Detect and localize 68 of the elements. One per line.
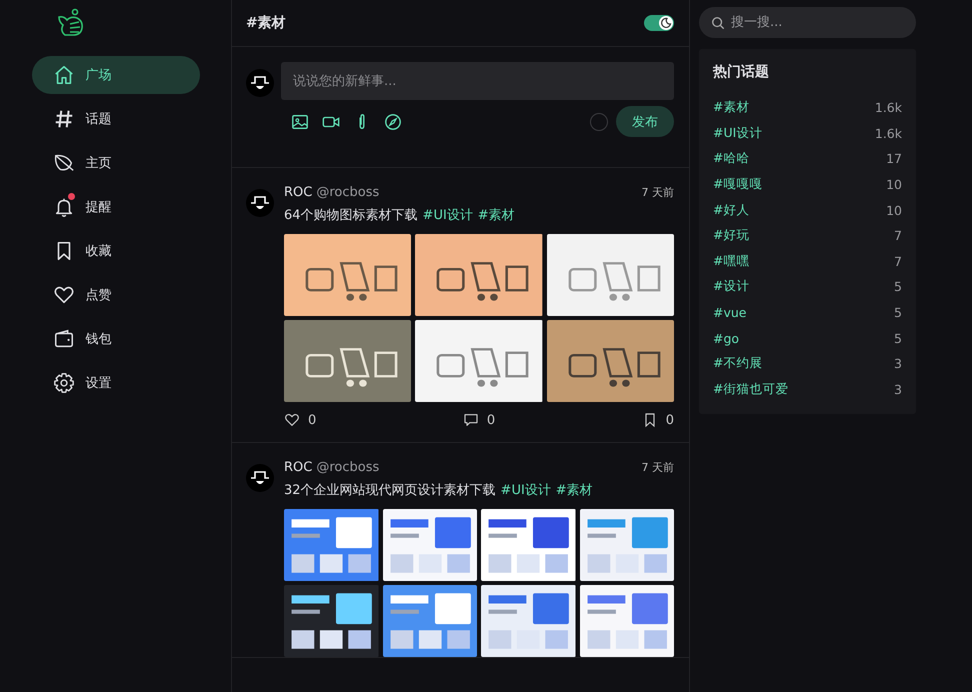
avatar bbox=[246, 464, 274, 492]
topic-link[interactable]: #嘿嘿 bbox=[713, 252, 750, 270]
avatar bbox=[246, 69, 274, 97]
topic-count: 1.6k bbox=[874, 126, 902, 141]
home-icon bbox=[52, 64, 74, 86]
card-title: 热门话题 bbox=[713, 63, 770, 81]
topic-count: 1.6k bbox=[874, 100, 902, 116]
nav-item[interactable]: 广场 bbox=[32, 56, 200, 94]
action-button[interactable]: 0 bbox=[462, 412, 496, 428]
action-button[interactable]: 0 bbox=[284, 412, 316, 428]
topic-count: 5 bbox=[894, 305, 902, 320]
topic-link[interactable]: #不约展 bbox=[713, 355, 762, 372]
wallet-icon bbox=[52, 328, 74, 350]
heart-icon bbox=[284, 412, 300, 428]
topic-link[interactable]: #设计 bbox=[713, 278, 750, 296]
post-time: 7 天前 bbox=[642, 460, 674, 474]
topic-count: 3 bbox=[894, 356, 902, 372]
topic-link[interactable]: #好人 bbox=[713, 202, 750, 219]
progress-ring bbox=[590, 112, 608, 130]
comment-icon bbox=[462, 412, 479, 428]
topic-count: 7 bbox=[894, 254, 902, 269]
topic-count: 10 bbox=[886, 177, 902, 192]
nav-item[interactable]: 设置 bbox=[32, 364, 200, 402]
search-field[interactable]: 搜一搜... bbox=[699, 7, 916, 38]
avatar bbox=[246, 189, 274, 217]
topic-count: 10 bbox=[886, 202, 902, 218]
topic-count: 7 bbox=[894, 228, 902, 244]
theme-toggle[interactable] bbox=[644, 15, 674, 31]
post-time: 7 天前 bbox=[642, 184, 674, 200]
topic-count: 5 bbox=[894, 330, 902, 346]
author-name[interactable]: ROC bbox=[284, 184, 312, 200]
post-text: 32个企业网站现代网页设计素材下载 bbox=[284, 483, 496, 498]
author-handle: @rocboss bbox=[316, 460, 380, 474]
topic-link[interactable]: #好玩 bbox=[713, 227, 750, 244]
topic-count: 3 bbox=[894, 382, 902, 397]
nav-item[interactable]: 主页 bbox=[32, 144, 200, 182]
author-name[interactable]: ROC bbox=[284, 460, 312, 474]
nav-item[interactable]: 点赞 bbox=[32, 276, 200, 314]
nav-item[interactable]: 提醒 bbox=[32, 188, 200, 226]
topic-count: 5 bbox=[894, 279, 902, 294]
heart-icon bbox=[52, 284, 74, 306]
topic-link[interactable]: #哈哈 bbox=[713, 150, 750, 168]
publish-button[interactable]: 发布 bbox=[616, 106, 674, 137]
nav-item[interactable]: 收藏 bbox=[32, 232, 200, 270]
leaf-icon bbox=[52, 152, 74, 174]
topic-link[interactable]: #嘎嘎嘎 bbox=[713, 176, 762, 194]
settings-icon bbox=[52, 372, 74, 394]
compass-icon[interactable] bbox=[384, 112, 402, 130]
topic-link[interactable]: #街猫也可爱 bbox=[713, 380, 788, 398]
nav-item[interactable]: 钱包 bbox=[32, 320, 200, 358]
topic-count: 17 bbox=[886, 151, 902, 166]
post-text: 64个购物图标素材下载 bbox=[284, 208, 418, 223]
topic-link[interactable]: #UI设计 bbox=[422, 208, 473, 223]
topic-link[interactable]: #素材 bbox=[713, 99, 750, 116]
nav-item[interactable]: 话题 bbox=[32, 100, 200, 138]
action-button[interactable]: 0 bbox=[642, 412, 674, 428]
topic-link[interactable]: #素材 bbox=[478, 208, 515, 223]
moon-icon bbox=[660, 17, 672, 29]
page-title: #素材 bbox=[246, 14, 286, 32]
topic-link[interactable]: #vue bbox=[713, 305, 746, 320]
topic-link[interactable]: #素材 bbox=[556, 483, 593, 498]
topic-link[interactable]: #UI设计 bbox=[713, 124, 762, 142]
author-handle: @rocboss bbox=[316, 184, 380, 200]
topic-link[interactable]: #go bbox=[713, 330, 740, 346]
post-input[interactable]: 说说您的新鲜事... bbox=[281, 62, 674, 100]
topic-link[interactable]: #UI设计 bbox=[500, 483, 551, 498]
search-icon bbox=[711, 16, 725, 30]
image-icon[interactable] bbox=[291, 112, 309, 130]
